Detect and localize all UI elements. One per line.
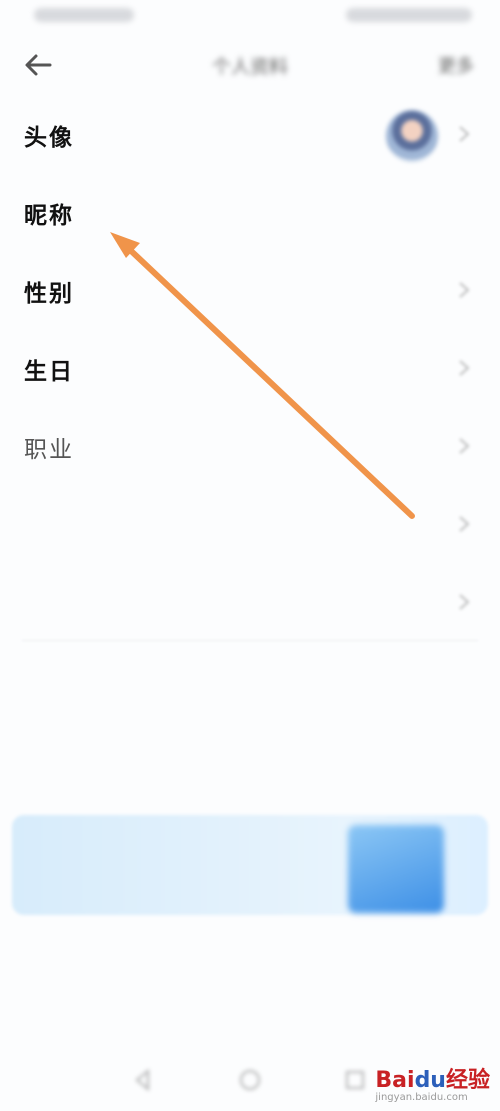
occupation-label: 职业 [24, 437, 74, 463]
status-bar-left [34, 8, 134, 22]
chevron-right-icon [459, 516, 470, 532]
weibo-row[interactable] [0, 564, 500, 642]
nickname-label: 昵称 [24, 202, 74, 229]
nav-home-icon[interactable] [237, 1067, 263, 1093]
wechat-row[interactable] [0, 486, 500, 564]
header: 个人资料 更多 [0, 38, 500, 94]
nav-recent-icon[interactable] [342, 1067, 368, 1093]
chevron-right-icon [459, 360, 470, 376]
status-bar-right [346, 8, 472, 22]
avatar-label: 头像 [24, 124, 74, 151]
divider [22, 640, 478, 641]
promo-banner[interactable] [12, 815, 488, 915]
baidu-logo-icon: Baidu经验 [375, 1068, 490, 1093]
status-bar [0, 0, 500, 34]
page-title: 个人资料 [211, 56, 288, 78]
more-button[interactable]: 更多 [438, 52, 474, 78]
chevron-right-icon [459, 126, 470, 142]
banner-illustration [348, 825, 444, 913]
nickname-row[interactable]: 昵称 [0, 174, 500, 252]
chevron-right-icon [459, 594, 470, 610]
gender-row[interactable]: 性别 [0, 252, 500, 330]
gender-label: 性别 [24, 280, 74, 307]
avatar[interactable] [386, 110, 438, 162]
avatar-row[interactable]: 头像 [0, 96, 500, 174]
birthday-label: 生日 [24, 358, 74, 385]
watermark: Baidu经验 jingyan.baidu.com [375, 1062, 490, 1103]
chevron-right-icon [459, 438, 470, 454]
occupation-row[interactable]: 职业 [0, 408, 500, 486]
nav-back-icon[interactable] [130, 1067, 156, 1093]
chevron-right-icon [459, 282, 470, 298]
birthday-row[interactable]: 生日 [0, 330, 500, 408]
